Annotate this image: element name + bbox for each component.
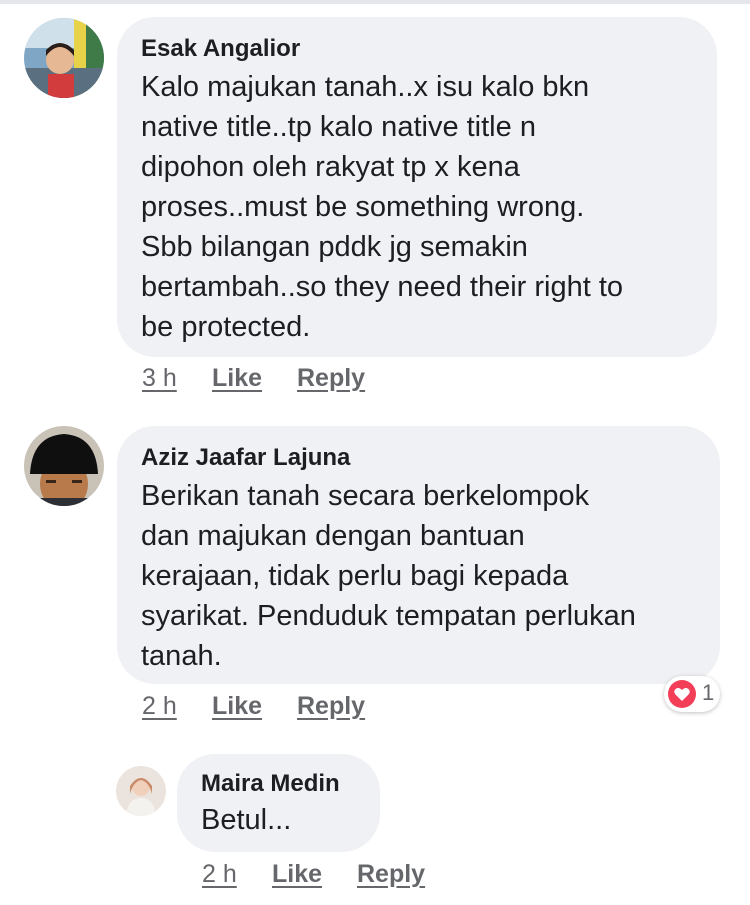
comment-timestamp[interactable]: 2 h xyxy=(202,860,237,889)
comment-timestamp[interactable]: 2 h xyxy=(142,692,177,721)
avatar-maira-medin[interactable] xyxy=(116,766,166,816)
comment-author[interactable]: Maira Medin xyxy=(201,770,356,798)
comment-text: Berikan tanah secara berkelompok dan maj… xyxy=(141,480,636,672)
comment-text: Kalo majukan tanah..x isu kalo bkn nativ… xyxy=(141,71,624,343)
reaction-summary[interactable]: 1 xyxy=(664,676,720,712)
reply-button[interactable]: Reply xyxy=(297,692,365,721)
heart-icon xyxy=(668,680,696,708)
comment-bubble: Maira Medin Betul... xyxy=(177,754,380,852)
comment-timestamp[interactable]: 3 h xyxy=(142,364,177,393)
comment-bubble: Aziz Jaafar Lajuna Berikan tanah secara … xyxy=(117,426,720,684)
reply-button[interactable]: Reply xyxy=(297,364,365,393)
like-button[interactable]: Like xyxy=(212,692,262,721)
reaction-count: 1 xyxy=(702,680,715,705)
avatar-photo-icon xyxy=(24,18,104,98)
avatar-esak-angalior[interactable] xyxy=(24,18,104,98)
avatar-photo-icon xyxy=(24,426,104,506)
comment-author[interactable]: Esak Angalior xyxy=(141,35,693,63)
comment-bubble: Esak Angalior Kalo majukan tanah..x isu … xyxy=(117,17,717,357)
comment-author[interactable]: Aziz Jaafar Lajuna xyxy=(141,444,696,472)
avatar-photo-icon xyxy=(116,766,166,816)
avatar-aziz-jaafar-lajuna[interactable] xyxy=(24,426,104,506)
top-divider xyxy=(0,0,750,4)
reply-button[interactable]: Reply xyxy=(357,860,425,889)
comment-text: Betul... xyxy=(201,804,292,836)
like-button[interactable]: Like xyxy=(212,364,262,393)
like-button[interactable]: Like xyxy=(272,860,322,889)
